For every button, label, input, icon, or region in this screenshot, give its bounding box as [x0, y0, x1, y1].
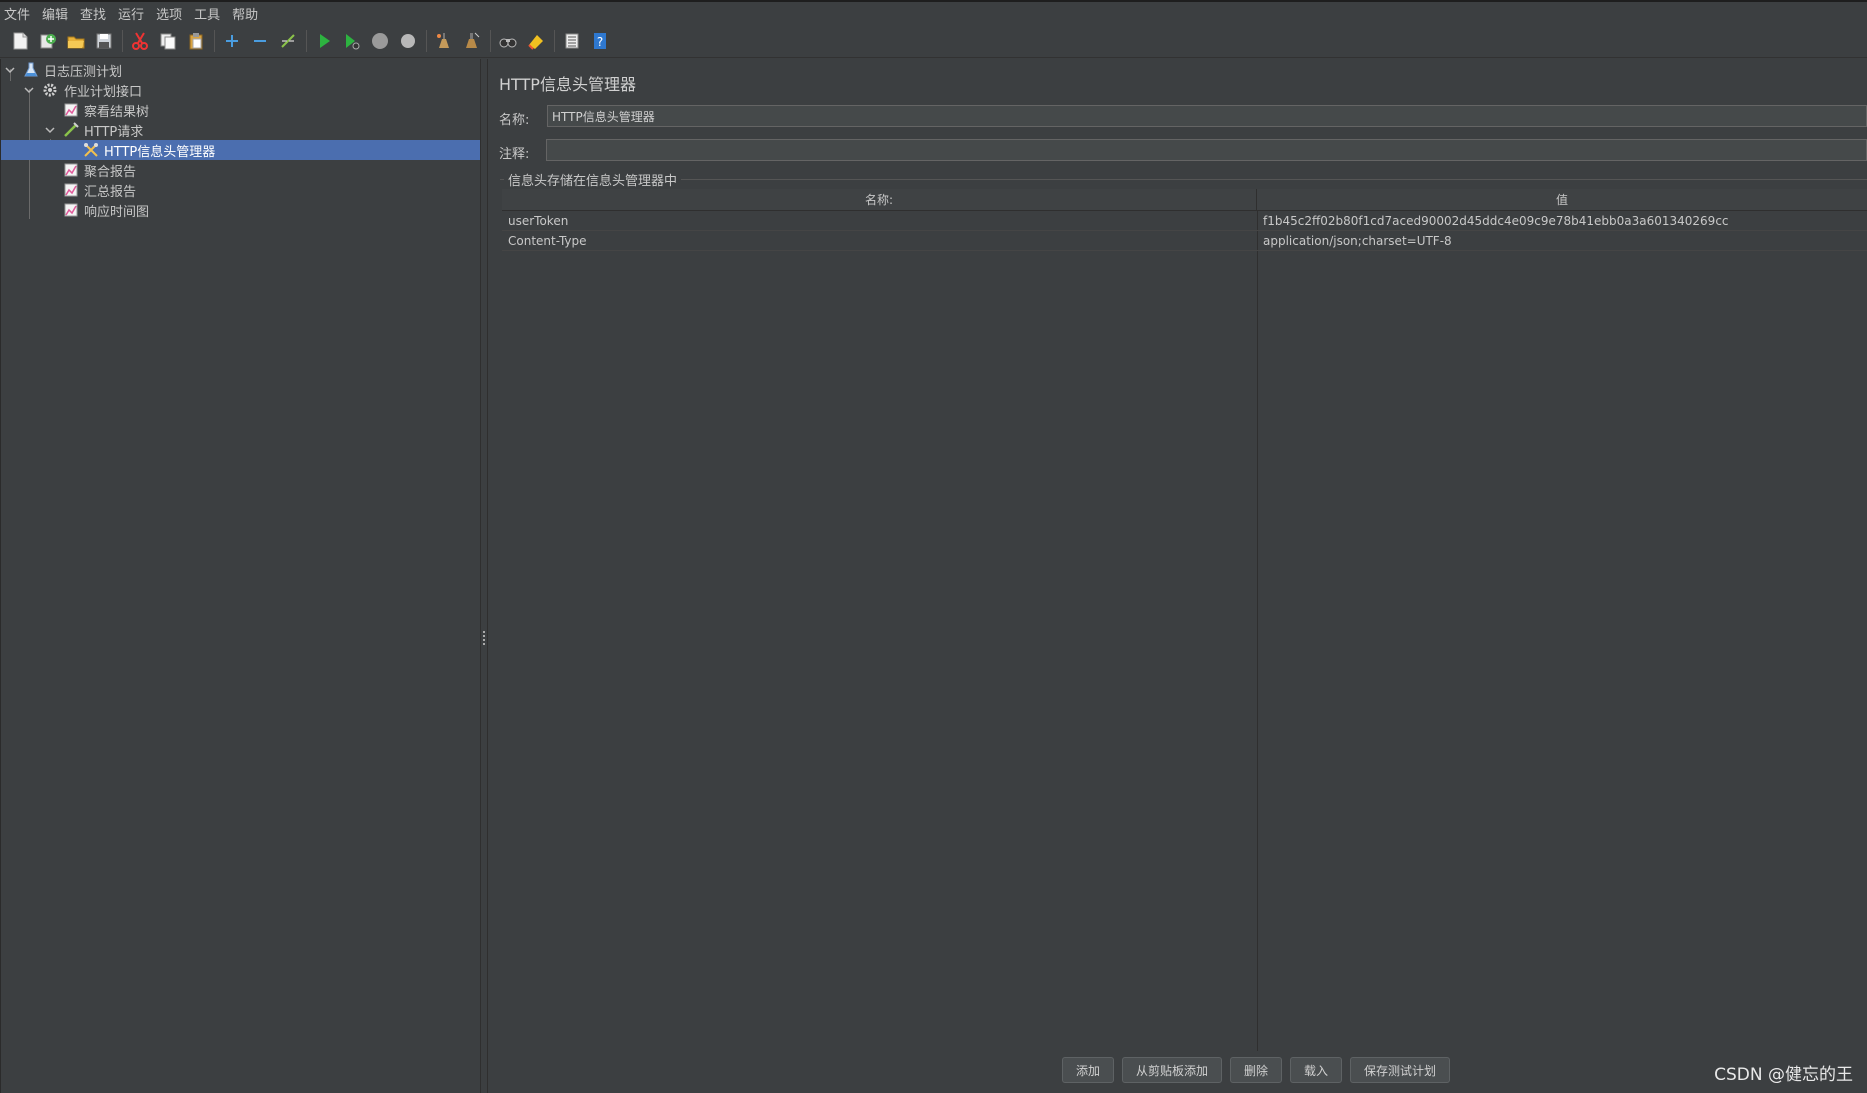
menu-options[interactable]: 选项: [156, 4, 182, 23]
collapse-icon[interactable]: [248, 29, 272, 53]
tree-item-label: 响应时间图: [84, 204, 150, 220]
tree-item-http-header-manager[interactable]: HTTP信息头管理器: [1, 140, 481, 160]
tree-item-label: 聚合报告: [84, 164, 137, 180]
column-header-name[interactable]: 名称:: [502, 189, 1257, 211]
splitter-grip-icon[interactable]: [483, 631, 485, 645]
config-element-icon: [82, 141, 100, 159]
tree-item-label: 作业计划接口: [64, 84, 143, 100]
menu-tools[interactable]: 工具: [194, 4, 220, 23]
paste-icon[interactable]: [184, 29, 208, 53]
toggle-icon[interactable]: [276, 29, 300, 53]
toolbar-separator: [490, 29, 491, 52]
delete-button[interactable]: 删除: [1230, 1057, 1282, 1083]
listener-icon: [62, 101, 80, 119]
cut-icon[interactable]: [128, 29, 152, 53]
listener-icon: [62, 201, 80, 219]
toolbar-separator: [554, 29, 555, 52]
tree-item-response-time-graph[interactable]: 响应时间图: [1, 200, 481, 220]
chevron-down-icon[interactable]: [4, 64, 16, 76]
column-header-value[interactable]: 值: [1257, 189, 1867, 211]
menu-edit[interactable]: 编辑: [42, 4, 68, 23]
table-cell-name[interactable]: Content-Type: [502, 231, 1257, 251]
comment-label: 注释:: [499, 147, 530, 162]
menu-run[interactable]: 运行: [118, 4, 144, 23]
sampler-icon: [62, 121, 80, 139]
button-bar: 添加 从剪贴板添加 删除 载入 保存测试计划: [488, 1057, 1867, 1087]
menu-file[interactable]: 文件: [4, 4, 30, 23]
clear-all-icon[interactable]: [460, 29, 484, 53]
listener-icon: [62, 161, 80, 179]
clear-icon[interactable]: [432, 29, 456, 53]
new-icon[interactable]: [8, 29, 32, 53]
name-field[interactable]: [547, 105, 1867, 127]
stop-icon[interactable]: [368, 29, 392, 53]
name-label: 名称:: [499, 113, 530, 128]
tree-item-label: HTTP信息头管理器: [104, 144, 216, 160]
chevron-down-icon[interactable]: [44, 124, 56, 136]
search-icon[interactable]: [496, 29, 520, 53]
watermark: CSDN @健忘的王: [1714, 1065, 1853, 1085]
tree-item-label: 日志压测计划: [44, 64, 123, 80]
tree-item-label: HTTP请求: [84, 124, 144, 140]
save-icon[interactable]: [92, 29, 116, 53]
shutdown-icon[interactable]: [396, 29, 420, 53]
page-title: HTTP信息头管理器: [499, 75, 636, 94]
test-plan-tree: 日志压测计划 作业计划接口 察看结果树 HTTP请求 HTTP信息头管理器 聚合…: [0, 59, 481, 1093]
split-pane-divider[interactable]: [480, 59, 488, 1093]
svg-text:?: ?: [597, 35, 603, 49]
tree-item-http-request[interactable]: HTTP请求: [1, 120, 481, 140]
thread-group-icon: [41, 81, 59, 99]
listener-icon: [62, 181, 80, 199]
open-icon[interactable]: [64, 29, 88, 53]
function-helper-icon[interactable]: [560, 29, 584, 53]
group-border: [500, 179, 1867, 180]
test-plan-icon: [22, 61, 40, 79]
tree-item-summary-report[interactable]: 汇总报告: [1, 180, 481, 200]
toolbar-separator: [306, 29, 307, 52]
menu-search[interactable]: 查找: [80, 4, 106, 23]
menu-help[interactable]: 帮助: [232, 4, 258, 23]
expand-icon[interactable]: [220, 29, 244, 53]
toolbar-separator: [122, 29, 123, 52]
table-row[interactable]: Content-Type application/json;charset=UT…: [502, 231, 1867, 251]
reset-search-icon[interactable]: [524, 29, 548, 53]
tree-item-aggregate-report[interactable]: 聚合报告: [1, 160, 481, 180]
tree-item-label: 汇总报告: [84, 184, 137, 200]
tree-item-test-plan[interactable]: 日志压测计划: [1, 60, 481, 80]
headers-table[interactable]: 名称: 值 userToken f1b45c2ff02b80f1cd7aced9…: [502, 189, 1867, 1051]
tree-item-label: 察看结果树: [84, 104, 150, 120]
toolbar-separator: [426, 29, 427, 52]
toolbar-separator: [214, 29, 215, 52]
table-cell-value[interactable]: f1b45c2ff02b80f1cd7aced90002d45ddc4e09c9…: [1257, 211, 1867, 231]
add-button[interactable]: 添加: [1062, 1057, 1114, 1083]
start-icon[interactable]: [312, 29, 336, 53]
header-manager-panel: HTTP信息头管理器 名称: 注释: 信息头存储在信息头管理器中 名称: 值 u…: [488, 59, 1867, 1093]
table-row[interactable]: userToken f1b45c2ff02b80f1cd7aced90002d4…: [502, 211, 1867, 231]
table-cell-name[interactable]: userToken: [502, 211, 1257, 231]
add-from-clipboard-button[interactable]: 从剪贴板添加: [1122, 1057, 1222, 1083]
help-icon[interactable]: ?: [588, 29, 612, 53]
table-cell-value[interactable]: application/json;charset=UTF-8: [1257, 231, 1867, 251]
toolbar: ?: [0, 24, 1867, 58]
copy-icon[interactable]: [156, 29, 180, 53]
comment-field[interactable]: [546, 139, 1867, 161]
tree-item-thread-group[interactable]: 作业计划接口: [1, 80, 481, 100]
group-title: 信息头存储在信息头管理器中: [504, 170, 682, 189]
chevron-down-icon[interactable]: [23, 84, 35, 96]
start-no-pause-icon[interactable]: [340, 29, 364, 53]
save-test-plan-button[interactable]: 保存测试计划: [1350, 1057, 1450, 1083]
menu-bar: 文件 编辑 查找 运行 选项 工具 帮助: [0, 2, 1867, 24]
tree-item-view-results-tree[interactable]: 察看结果树: [1, 100, 481, 120]
load-button[interactable]: 载入: [1290, 1057, 1342, 1083]
column-divider: [1257, 211, 1258, 1051]
templates-icon[interactable]: [36, 29, 60, 53]
